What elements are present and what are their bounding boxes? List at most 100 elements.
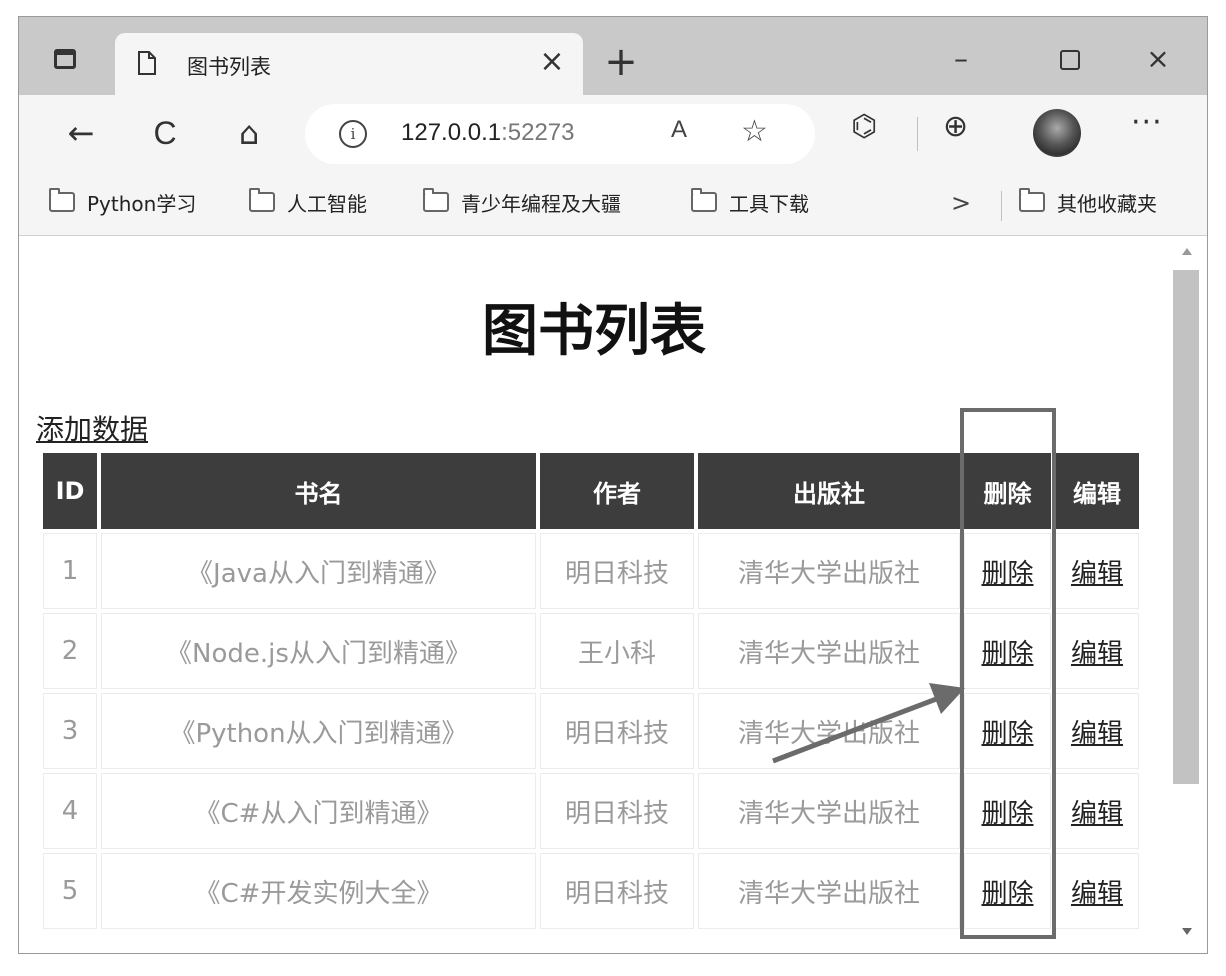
edit-link[interactable]: 编辑 (1071, 879, 1123, 909)
site-info-icon[interactable]: i (339, 120, 367, 148)
cell-author: 王小科 (540, 613, 694, 689)
bookmarks-divider (1001, 191, 1002, 221)
toolbar-divider (917, 117, 918, 151)
delete-link[interactable]: 删除 (981, 799, 1033, 829)
favorite-icon[interactable]: ☆ (741, 114, 768, 149)
cell-delete: 删除 (964, 853, 1051, 929)
tab-actions-button[interactable] (45, 39, 85, 79)
bookmark-label: Python学习 (87, 191, 197, 216)
bookmark-label: 工具下载 (729, 191, 809, 216)
extensions-icon[interactable]: ⌬ (851, 109, 877, 144)
cell-id: 1 (43, 533, 97, 609)
maximize-icon (1060, 50, 1080, 70)
address-url[interactable]: 127.0.0.1:52273 (401, 119, 575, 147)
bookmark-tools[interactable]: 工具下载 (691, 187, 809, 217)
table-row: 5 《C#开发实例大全》 明日科技 清华大学出版社 删除 编辑 (43, 853, 1139, 929)
folder-icon (49, 188, 75, 212)
cell-publisher: 清华大学出版社 (698, 853, 960, 929)
address-bar[interactable]: i 127.0.0.1:52273 A ☆ (305, 104, 815, 164)
folder-icon (1019, 188, 1045, 212)
more-menu-icon[interactable]: ··· (1131, 105, 1163, 140)
page-icon (138, 51, 156, 75)
delete-link[interactable]: 删除 (981, 639, 1033, 669)
bookmark-label: 青少年编程及大疆 (461, 191, 621, 216)
folder-icon (249, 188, 275, 212)
tab-close-icon[interactable]: × (535, 45, 569, 79)
maximize-button[interactable] (1048, 41, 1092, 77)
back-icon[interactable]: ← (59, 111, 103, 155)
table-row: 2 《Node.js从入门到精通》 王小科 清华大学出版社 删除 编辑 (43, 613, 1139, 689)
cell-author: 明日科技 (540, 693, 694, 769)
close-window-button[interactable]: × (1136, 41, 1180, 77)
bookmarks-bar: Python学习 人工智能 青少年编程及大疆 工具下载 > 其他收藏夹 (19, 173, 1207, 236)
bookmark-python[interactable]: Python学习 (49, 187, 196, 217)
profile-avatar[interactable] (1033, 109, 1081, 157)
cell-author: 明日科技 (540, 773, 694, 849)
tab-title: 图书列表 (187, 55, 271, 79)
scroll-up-icon[interactable] (1182, 248, 1192, 255)
cell-id: 5 (43, 853, 97, 929)
cell-author: 明日科技 (540, 533, 694, 609)
cell-publisher: 清华大学出版社 (698, 613, 960, 689)
cell-delete: 删除 (964, 613, 1051, 689)
bookmark-other[interactable]: 其他收藏夹 (1019, 187, 1157, 217)
new-tab-button[interactable]: + (601, 42, 641, 83)
scroll-down-icon[interactable] (1182, 928, 1192, 935)
chevron-right-icon[interactable]: > (951, 189, 971, 217)
cell-edit: 编辑 (1055, 693, 1139, 769)
cell-publisher: 清华大学出版社 (698, 533, 960, 609)
header-publisher: 出版社 (698, 453, 960, 529)
edit-link[interactable]: 编辑 (1071, 639, 1123, 669)
title-bar: 图书列表 × + – × (19, 17, 1207, 95)
books-table: ID 书名 作者 出版社 删除 编辑 1 《Java从入门到精通》 明日科技 清… (39, 449, 1143, 933)
cell-book-name: 《Node.js从入门到精通》 (101, 613, 536, 689)
cell-book-name: 《Python从入门到精通》 (101, 693, 536, 769)
cell-delete: 删除 (964, 773, 1051, 849)
cell-delete: 删除 (964, 533, 1051, 609)
cell-edit: 编辑 (1055, 533, 1139, 609)
collections-icon[interactable]: ⊕ (943, 109, 968, 144)
delete-link[interactable]: 删除 (981, 719, 1033, 749)
tab-actions-icon (54, 49, 76, 69)
cell-book-name: 《C#开发实例大全》 (101, 853, 536, 929)
folder-icon (691, 188, 717, 212)
cell-id: 3 (43, 693, 97, 769)
minimize-button[interactable]: – (939, 41, 983, 77)
table-header-row: ID 书名 作者 出版社 删除 编辑 (43, 453, 1139, 529)
header-book-name: 书名 (101, 453, 536, 529)
header-id: ID (43, 453, 97, 529)
tab-book-list[interactable]: 图书列表 × (115, 33, 583, 95)
cell-id: 4 (43, 773, 97, 849)
cell-id: 2 (43, 613, 97, 689)
page-viewport: 图书列表 添加数据 ID 书名 作者 出版社 删除 编辑 1 《Java从入门到… (19, 236, 1207, 953)
cell-delete: 删除 (964, 693, 1051, 769)
edit-link[interactable]: 编辑 (1071, 799, 1123, 829)
refresh-icon[interactable]: C (143, 111, 187, 155)
edit-link[interactable]: 编辑 (1071, 719, 1123, 749)
bookmark-youth-coding[interactable]: 青少年编程及大疆 (423, 187, 621, 217)
cell-book-name: 《C#从入门到精通》 (101, 773, 536, 849)
header-author: 作者 (540, 453, 694, 529)
table-row: 3 《Python从入门到精通》 明日科技 清华大学出版社 删除 编辑 (43, 693, 1139, 769)
bookmark-ai[interactable]: 人工智能 (249, 187, 367, 217)
cell-book-name: 《Java从入门到精通》 (101, 533, 536, 609)
bookmark-label: 人工智能 (287, 191, 367, 216)
address-port: :52273 (501, 119, 575, 146)
cell-publisher: 清华大学出版社 (698, 773, 960, 849)
browser-window: 图书列表 × + – × ← C ⌂ i 127.0.0.1:52273 A ☆… (18, 16, 1208, 954)
cell-edit: 编辑 (1055, 773, 1139, 849)
read-aloud-icon[interactable]: A (671, 116, 687, 144)
table-row: 1 《Java从入门到精通》 明日科技 清华大学出版社 删除 编辑 (43, 533, 1139, 609)
header-edit: 编辑 (1055, 453, 1139, 529)
edit-link[interactable]: 编辑 (1071, 559, 1123, 589)
scrollbar-thumb[interactable] (1173, 270, 1199, 784)
home-icon[interactable]: ⌂ (227, 111, 271, 155)
delete-link[interactable]: 删除 (981, 879, 1033, 909)
add-data-link[interactable]: 添加数据 (36, 408, 148, 448)
delete-link[interactable]: 删除 (981, 559, 1033, 589)
cell-author: 明日科技 (540, 853, 694, 929)
cell-edit: 编辑 (1055, 853, 1139, 929)
table-row: 4 《C#从入门到精通》 明日科技 清华大学出版社 删除 编辑 (43, 773, 1139, 849)
header-delete: 删除 (964, 453, 1051, 529)
address-host: 127.0.0.1 (401, 119, 502, 146)
